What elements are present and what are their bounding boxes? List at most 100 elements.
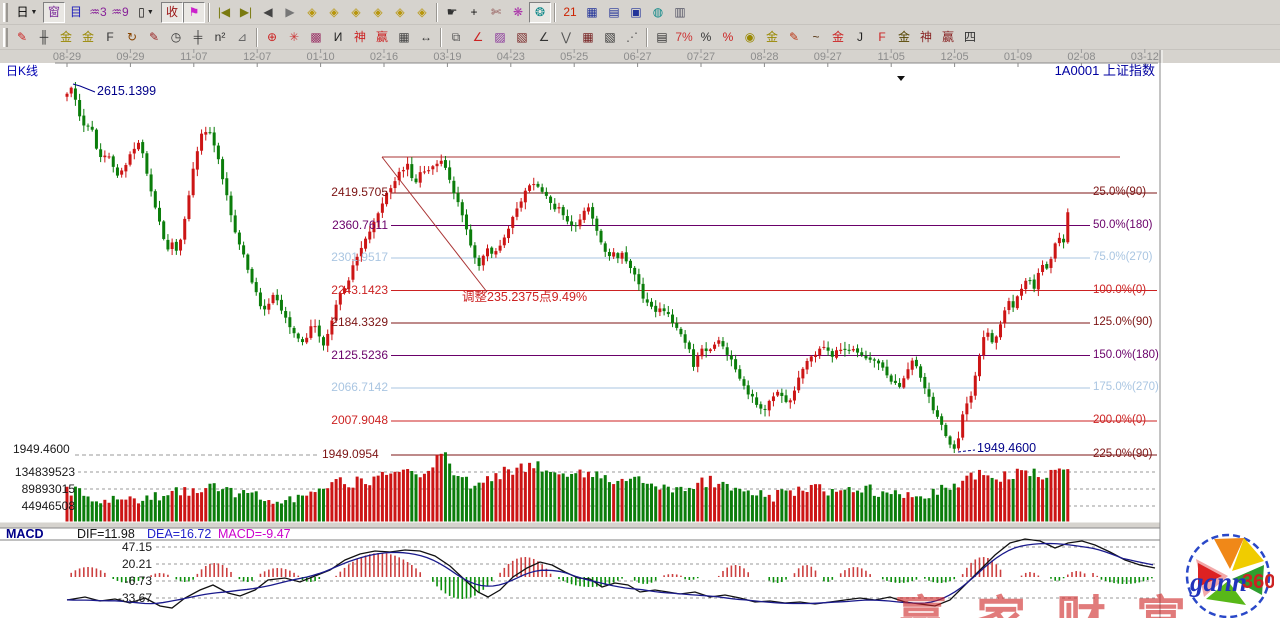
first-page-button[interactable]: |◀	[213, 2, 235, 23]
date-label: 04-23	[497, 51, 525, 63]
volume-axis-label: 89893015	[13, 483, 75, 496]
pencil-mark-button[interactable]: ✎	[143, 27, 165, 48]
f-angle-button[interactable]: F	[871, 27, 893, 48]
wave-gold-button[interactable]: ~	[805, 27, 827, 48]
v-lines-icon: ⋁	[561, 31, 571, 43]
pattern-flower-button[interactable]: ❋	[507, 2, 529, 23]
indicator-line-9-button[interactable]: ♒9	[109, 2, 131, 23]
indicator-line-3-button[interactable]: ♒3	[87, 2, 109, 23]
angle-tool-button[interactable]: ⊿	[231, 27, 253, 48]
toolbar-separator	[646, 28, 648, 47]
restore-rights-button[interactable]: 收	[161, 2, 183, 23]
web-grid-button[interactable]: ▩	[305, 27, 327, 48]
pencil-draw-button[interactable]: ✎	[11, 27, 33, 48]
prev-page-icon: ◀	[263, 6, 272, 18]
golden-ratio-button[interactable]: 金	[77, 27, 99, 48]
notes-button[interactable]: ▤	[603, 2, 625, 23]
width-arrows-button[interactable]: ↔	[415, 27, 437, 48]
calendar-21-button[interactable]: 21	[559, 2, 581, 23]
toolbar-separator	[208, 3, 210, 22]
toolbar-grip[interactable]	[3, 3, 8, 22]
fan-lines-button[interactable]: ∠	[467, 27, 489, 48]
percent-7-button[interactable]: 7%	[673, 27, 695, 48]
date-label: 11-07	[180, 51, 207, 63]
gann-price-label: 2360.7611	[320, 219, 388, 232]
gold-angle-button[interactable]: 金	[893, 27, 915, 48]
info-panel-button[interactable]: 目	[65, 2, 87, 23]
percent-icon: %	[701, 31, 712, 43]
grid-b-button[interactable]: ▧	[599, 27, 621, 48]
percent-button[interactable]: %	[695, 27, 717, 48]
measure-tool-button[interactable]: ✄	[485, 2, 507, 23]
gann-percent-label: 25.0%(90)	[1093, 186, 1146, 199]
gann-arrow-5-button[interactable]: ◈	[389, 2, 411, 23]
fan-box-dark-button[interactable]: ▧	[511, 27, 533, 48]
pencil-gold-button[interactable]: ✎	[783, 27, 805, 48]
fibonacci-button[interactable]: F	[99, 27, 121, 48]
fan-box-purple-button[interactable]: ▨	[489, 27, 511, 48]
grid-123-button[interactable]: ▦	[393, 27, 415, 48]
cycle-clock-button[interactable]: ◷	[165, 27, 187, 48]
candle-style-icon: ▯	[138, 6, 145, 18]
gann-arrow-4-button[interactable]: ◈	[367, 2, 389, 23]
calculator-button[interactable]: ▦	[581, 2, 603, 23]
gann-arrow-3-button[interactable]: ◈	[345, 2, 367, 23]
square-n2-button[interactable]: n²	[209, 27, 231, 48]
spider-web-button[interactable]: ✳	[283, 27, 305, 48]
shen-angle-button[interactable]: 神	[915, 27, 937, 48]
gold-box-button[interactable]: 金	[827, 27, 849, 48]
macd-macd-value: MACD=-9.47	[218, 527, 291, 541]
smart-analysis-button[interactable]: ❂	[529, 2, 551, 23]
box-range-button[interactable]: ⧉	[445, 27, 467, 48]
gann-price-label: 2066.7142	[320, 381, 388, 394]
angle-tool-icon: ⊿	[237, 31, 247, 43]
spiral-button[interactable]: ↻	[121, 27, 143, 48]
macd-axis-label: -6.73	[104, 575, 152, 588]
flag-overlay-button[interactable]: ⚑	[183, 2, 205, 23]
grid-a-button[interactable]: ▦	[577, 27, 599, 48]
ying-angle-button[interactable]: 赢	[937, 27, 959, 48]
ruler-button[interactable]: ╫	[33, 27, 55, 48]
print-button[interactable]: ▥	[669, 2, 691, 23]
period-selector-button[interactable]: 日▼	[11, 2, 43, 23]
pan-hand-button[interactable]: ☛	[441, 2, 463, 23]
candle-style-button[interactable]: ▯▼	[131, 2, 161, 23]
gann-arrow-2-button[interactable]: ◈	[323, 2, 345, 23]
wave-mark-button[interactable]: И	[327, 27, 349, 48]
left-axis-price-label: 1949.4600	[13, 443, 70, 456]
slant-lines-button[interactable]: ⋰	[621, 27, 643, 48]
j-angle-button[interactable]: J	[849, 27, 871, 48]
save-web-button[interactable]: ◍	[647, 2, 669, 23]
four-angle-button[interactable]: 四	[959, 27, 981, 48]
next-page-button[interactable]: ▶	[279, 2, 301, 23]
pencil-gold-icon: ✎	[789, 31, 799, 43]
gold-circle-button[interactable]: ◉	[739, 27, 761, 48]
toolbar-grip[interactable]	[3, 28, 8, 47]
date-label: 12-05	[941, 51, 969, 63]
percent-lines-button[interactable]: %	[717, 27, 739, 48]
ruler-2-button[interactable]: ╪	[187, 27, 209, 48]
period-selector-icon: 日	[17, 6, 29, 18]
angle-lines-button[interactable]: ∠	[533, 27, 555, 48]
gold-lines-button[interactable]: 金	[761, 27, 783, 48]
prev-page-button[interactable]: ◀	[257, 2, 279, 23]
golden-section-button[interactable]: 金	[55, 27, 77, 48]
list-panel-button[interactable]: ▤	[651, 27, 673, 48]
gann-arrow-6-button[interactable]: ◈	[411, 2, 433, 23]
last-page-button[interactable]: ▶|	[235, 2, 257, 23]
kline-period-label: 日K线	[6, 65, 38, 78]
chart-window-button[interactable]: 窗	[43, 2, 65, 23]
restore-rights-icon: 收	[166, 6, 178, 18]
save-button[interactable]: ▣	[625, 2, 647, 23]
gann-percent-label: 150.0%(180)	[1093, 349, 1159, 362]
grid-b-icon: ▧	[604, 31, 615, 43]
crosshair-button[interactable]: +	[463, 2, 485, 23]
app-window: 日▼窗目♒3♒9▯▼收⚑|◀▶|◀▶◈◈◈◈◈◈☛+✄❋❂21▦▤▣◍▥ ✎╫金…	[0, 0, 1280, 618]
v-lines-button[interactable]: ⋁	[555, 27, 577, 48]
indicator-line-3-icon: ♒3	[89, 6, 106, 18]
gann-arrow-1-button[interactable]: ◈	[301, 2, 323, 23]
shen-tool-button[interactable]: 神	[349, 27, 371, 48]
circle-target-button[interactable]: ⊕	[261, 27, 283, 48]
date-label: 03-12	[1131, 51, 1159, 63]
ying-tool-button[interactable]: 赢	[371, 27, 393, 48]
